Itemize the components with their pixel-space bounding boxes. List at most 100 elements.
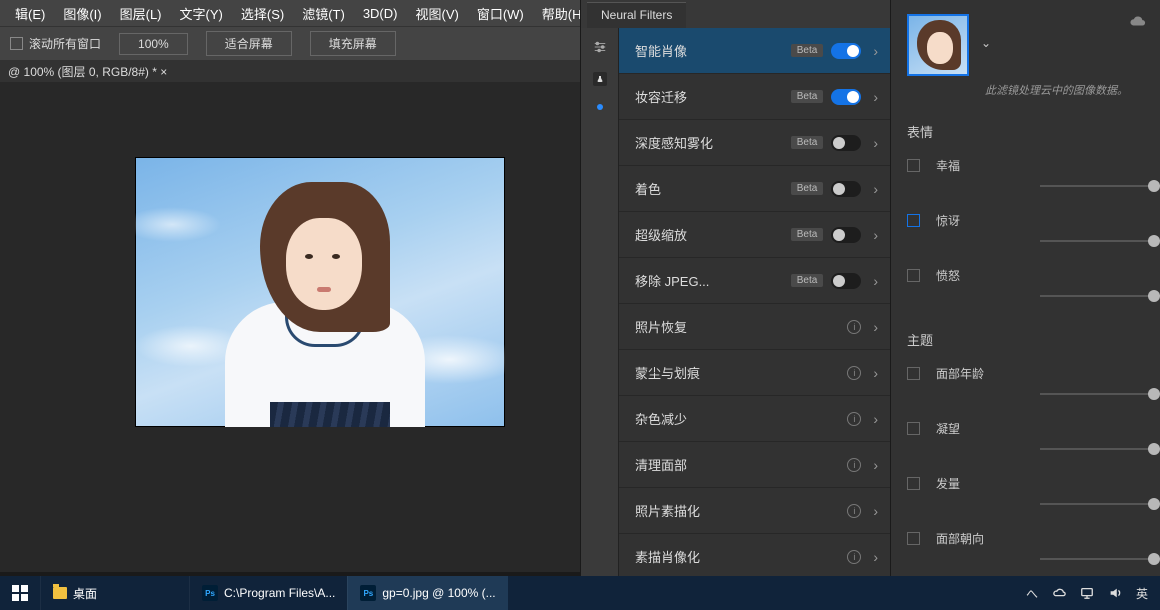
filter-name: 妆容迁移 [635, 87, 783, 106]
filter-toggle[interactable] [831, 89, 861, 105]
filter-toggle[interactable] [831, 227, 861, 243]
onedrive-icon[interactable] [1052, 586, 1066, 600]
menu-window[interactable]: 窗口(W) [468, 0, 533, 27]
option-opts1-0[interactable]: 幸福 [907, 157, 1160, 174]
sliders-icon[interactable] [593, 40, 607, 54]
slider[interactable] [907, 231, 1160, 251]
menu-layer[interactable]: 图层(L) [111, 0, 171, 27]
flask-icon[interactable] [593, 72, 607, 86]
option-opts1-1[interactable]: 惊讶 [907, 212, 1160, 229]
filter-row-10[interactable]: 照片素描化i› [619, 488, 890, 534]
chevron-right-icon: › [873, 365, 878, 381]
fill-screen-button[interactable]: 填充屏幕 [310, 31, 396, 56]
filter-toggle[interactable] [831, 181, 861, 197]
chevron-right-icon: › [873, 181, 878, 197]
slider[interactable] [907, 439, 1160, 459]
option-opts2-1[interactable]: 凝望 [907, 420, 1160, 437]
network-icon[interactable] [1080, 586, 1094, 600]
info-icon[interactable]: i [847, 412, 861, 426]
filter-row-2[interactable]: 深度感知雾化Beta› [619, 120, 890, 166]
start-button[interactable] [0, 576, 40, 610]
filter-row-9[interactable]: 清理面部i› [619, 442, 890, 488]
checkbox[interactable] [907, 422, 920, 435]
slider[interactable] [907, 176, 1160, 196]
filter-name: 移除 JPEG... [635, 271, 783, 290]
chevron-down-icon[interactable]: ⌄ [981, 36, 991, 50]
slider[interactable] [907, 384, 1160, 404]
filter-toggle[interactable] [831, 135, 861, 151]
filter-row-0[interactable]: 智能肖像Beta› [619, 28, 890, 74]
chevron-right-icon: › [873, 135, 878, 151]
face-thumbnail[interactable] [907, 14, 969, 76]
option-opts2-3[interactable]: 面部朝向 [907, 530, 1160, 547]
option-label: 面部年龄 [936, 365, 984, 382]
beta-badge: Beta [791, 274, 824, 287]
filter-name: 照片恢复 [635, 317, 839, 336]
checkbox[interactable] [907, 159, 920, 172]
tray-chevron-icon[interactable]: へ [1026, 585, 1038, 602]
fit-screen-button[interactable]: 适合屏幕 [206, 31, 292, 56]
document-canvas[interactable] [135, 157, 505, 427]
beta-badge: Beta [791, 182, 824, 195]
slider[interactable] [907, 286, 1160, 306]
filter-row-5[interactable]: 移除 JPEG...Beta› [619, 258, 890, 304]
beta-badge: Beta [791, 90, 824, 103]
menu-select[interactable]: 选择(S) [232, 0, 293, 27]
filter-name: 超级缩放 [635, 225, 783, 244]
filter-row-1[interactable]: 妆容迁移Beta› [619, 74, 890, 120]
slider[interactable] [907, 494, 1160, 514]
slider[interactable] [907, 549, 1160, 569]
chevron-right-icon: › [873, 43, 878, 59]
filter-row-8[interactable]: 杂色减少i› [619, 396, 890, 442]
scroll-all-windows-checkbox[interactable]: 滚动所有窗口 [10, 35, 101, 52]
ps-icon: Ps [360, 585, 376, 601]
option-opts1-2[interactable]: 愤怒 [907, 267, 1160, 284]
system-tray: へ 英 [1026, 585, 1160, 602]
option-label: 惊讶 [936, 212, 960, 229]
option-label: 幸福 [936, 157, 960, 174]
cloud-processing-description: 此滤镜处理云中的图像数据。 [985, 82, 1155, 98]
info-icon[interactable]: i [847, 320, 861, 334]
filter-row-3[interactable]: 着色Beta› [619, 166, 890, 212]
menu-filter[interactable]: 滤镜(T) [293, 0, 354, 27]
option-opts2-2[interactable]: 发量 [907, 475, 1160, 492]
checkbox[interactable] [907, 477, 920, 490]
filter-row-7[interactable]: 蒙尘与划痕i› [619, 350, 890, 396]
ime-indicator[interactable]: 英 [1136, 585, 1148, 602]
menu-view[interactable]: 视图(V) [406, 0, 467, 27]
checkbox[interactable] [907, 269, 920, 282]
scroll-all-label: 滚动所有窗口 [29, 35, 101, 52]
chevron-right-icon: › [873, 503, 878, 519]
checkbox[interactable] [907, 367, 920, 380]
filter-toggle[interactable] [831, 273, 861, 289]
option-label: 面部朝向 [936, 530, 984, 547]
taskbar-app2-label: gp=0.jpg @ 100% (... [382, 586, 495, 600]
checkbox[interactable] [907, 532, 920, 545]
taskbar-app-explorer[interactable]: PsC:\Program Files\A... [189, 576, 347, 610]
cloud-icon [1128, 14, 1146, 31]
volume-icon[interactable] [1108, 586, 1122, 600]
neural-filters-tab[interactable]: Neural Filters [587, 2, 686, 28]
filter-row-4[interactable]: 超级缩放Beta› [619, 212, 890, 258]
ps-icon: Ps [202, 585, 218, 601]
neural-filters-panel: Neural Filters 智能肖像Beta›妆容迁移Beta›深度感知雾化B… [580, 0, 890, 576]
menu-image[interactable]: 图像(I) [54, 0, 110, 27]
info-icon[interactable]: i [847, 504, 861, 518]
info-icon[interactable]: i [847, 366, 861, 380]
checkbox[interactable] [907, 214, 920, 227]
filter-toggle[interactable] [831, 43, 861, 59]
chevron-right-icon: › [873, 227, 878, 243]
info-icon[interactable]: i [847, 550, 861, 564]
info-icon[interactable]: i [847, 458, 861, 472]
taskbar-desktop[interactable]: 桌面 [40, 576, 109, 610]
blue-dot-indicator [597, 104, 603, 110]
filter-name: 素描肖像化 [635, 547, 839, 566]
filter-row-11[interactable]: 素描肖像化i› [619, 534, 890, 576]
taskbar-app-photoshop[interactable]: Ps gp=0.jpg @ 100% (... [347, 576, 507, 610]
menu-text[interactable]: 文字(Y) [171, 0, 232, 27]
filter-row-6[interactable]: 照片恢复i› [619, 304, 890, 350]
menu-3d[interactable]: 3D(D) [354, 2, 407, 25]
zoom-level-input[interactable]: 100% [119, 33, 188, 55]
option-opts2-0[interactable]: 面部年龄 [907, 365, 1160, 382]
menu-edit[interactable]: 辑(E) [6, 0, 54, 27]
